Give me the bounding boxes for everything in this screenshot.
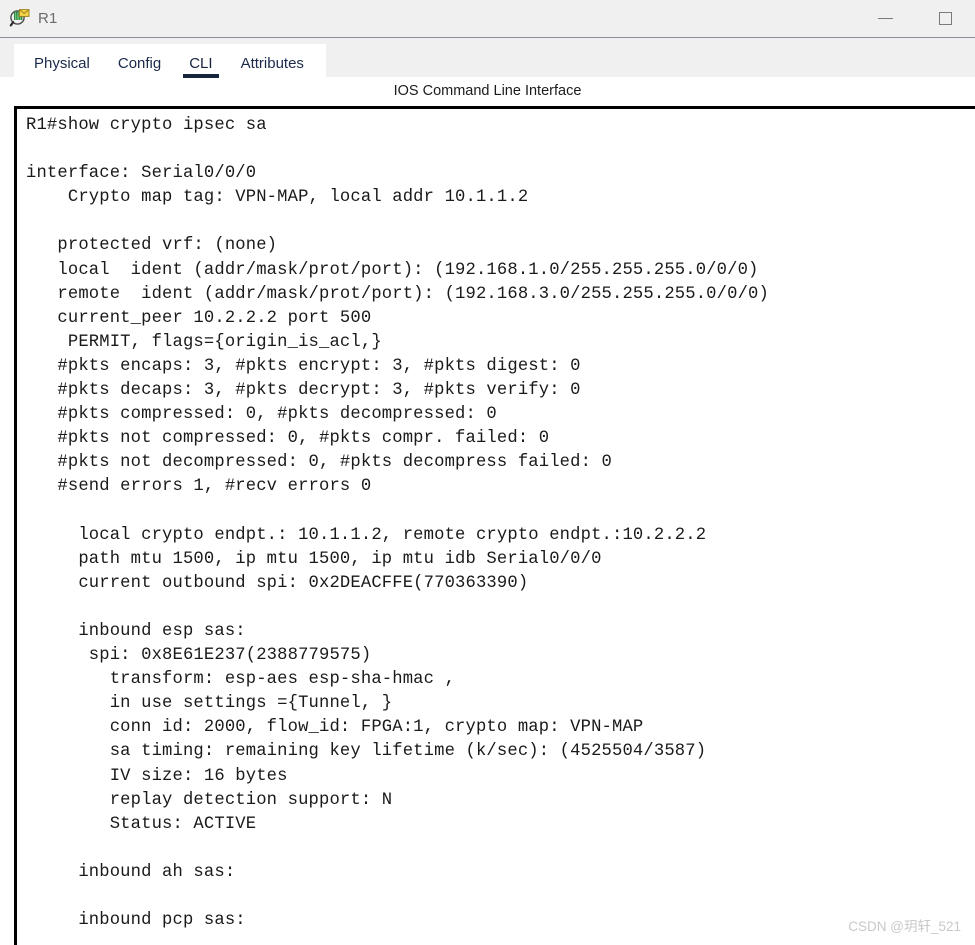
tab-cli[interactable]: CLI bbox=[179, 50, 222, 78]
tab-attributes[interactable]: Attributes bbox=[231, 50, 314, 77]
minimize-icon bbox=[877, 18, 893, 19]
device-tabs: Physical Config CLI Attributes bbox=[14, 44, 326, 78]
maximize-button[interactable] bbox=[915, 0, 975, 37]
minimize-button[interactable] bbox=[855, 0, 915, 37]
cli-terminal-container: R1#show crypto ipsec sa interface: Seria… bbox=[0, 106, 975, 945]
cli-output-text: R1#show crypto ipsec sa interface: Seria… bbox=[26, 116, 769, 931]
window-title: R1 bbox=[38, 10, 58, 27]
titlebar-left-group: R1 bbox=[0, 8, 58, 30]
packet-tracer-inspect-icon bbox=[9, 8, 31, 30]
router-device-window: R1 Physical Config CLI Attributes IOS Co… bbox=[0, 0, 975, 945]
panel-title: IOS Command Line Interface bbox=[0, 77, 975, 106]
maximize-icon bbox=[938, 12, 952, 25]
window-controls bbox=[855, 0, 975, 37]
tabbar-container: Physical Config CLI Attributes bbox=[0, 38, 975, 78]
tab-physical[interactable]: Physical bbox=[24, 50, 100, 77]
window-titlebar: R1 bbox=[0, 0, 975, 38]
cli-terminal[interactable]: R1#show crypto ipsec sa interface: Seria… bbox=[14, 106, 975, 945]
tab-config[interactable]: Config bbox=[108, 50, 171, 77]
